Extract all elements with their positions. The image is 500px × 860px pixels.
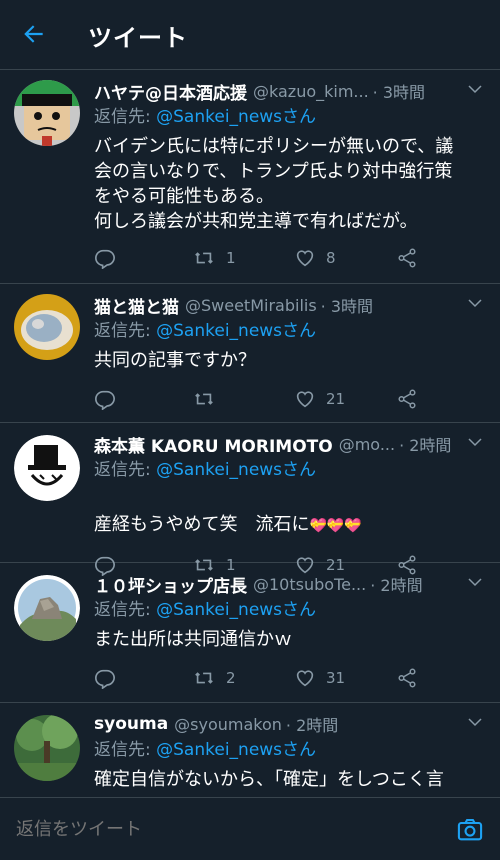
reply-prefix: 返信先:	[94, 107, 151, 127]
action-bar: 21	[94, 379, 484, 419]
reply-context: 返信先: @Sankei_newsさん	[94, 318, 484, 344]
avatar[interactable]	[14, 715, 80, 781]
share-icon	[396, 667, 418, 689]
heart-icon	[294, 667, 316, 689]
heart-icon	[294, 388, 316, 410]
share-button[interactable]	[396, 388, 418, 410]
like-count: 8	[326, 249, 336, 267]
display-name[interactable]: syouma	[94, 714, 168, 734]
share-button[interactable]	[396, 247, 418, 269]
retweet-button[interactable]: 1	[192, 247, 236, 269]
chevron-down-icon[interactable]	[466, 573, 484, 591]
share-icon	[396, 247, 418, 269]
retweet-button[interactable]	[192, 388, 226, 410]
like-button[interactable]: 8	[294, 247, 336, 269]
display-name[interactable]: 森本薫 KAORU MORIMOTO	[94, 432, 333, 457]
mention-link[interactable]: @Sankei_newsさん	[156, 321, 316, 341]
reply-prefix: 返信先:	[94, 600, 151, 620]
action-bar: 1 8	[94, 238, 484, 278]
heart-icon	[294, 247, 316, 269]
tweet-item[interactable]: ハヤテ@日本酒応援 @kazuo_kim... · 3時間 返信先: @Sank…	[0, 70, 500, 284]
avatar[interactable]	[14, 80, 80, 146]
share-button[interactable]	[396, 667, 418, 689]
tweet-text: また出所は共同通信かｗ	[94, 629, 292, 650]
user-handle[interactable]: @10tsuboTe...	[253, 575, 366, 594]
reply-context: 返信先: @Sankei_newsさん	[94, 737, 484, 763]
avatar[interactable]	[14, 435, 80, 501]
tweet-text-container: 産経もうやめて笑 流石に💝💝💝	[94, 487, 484, 539]
reply-input[interactable]	[14, 818, 414, 841]
chevron-down-icon[interactable]	[466, 713, 484, 731]
reply-context: 返信先: @Sankei_newsさん	[94, 457, 484, 483]
mention-link[interactable]: @Sankei_newsさん	[156, 107, 316, 127]
avatar[interactable]	[14, 575, 80, 641]
tweet-item[interactable]: １０坪ショップ店長 @10tsuboTe... · 2時間 返信先: @Sank…	[0, 563, 500, 703]
back-button[interactable]	[18, 20, 50, 52]
user-handle[interactable]: @mo...	[339, 435, 395, 454]
share-icon	[396, 388, 418, 410]
tweet-text: バイデン氏には特にポリシーが無いので、議 会の言いなりで、トランプ氏より対中強行…	[94, 136, 454, 232]
retweet-count: 1	[226, 249, 236, 267]
reply-context: 返信先: @Sankei_newsさん	[94, 104, 484, 130]
reply-button[interactable]	[94, 247, 116, 269]
tweet-meta: syouma @syoumakon · 2時間	[94, 711, 484, 737]
like-button[interactable]: 21	[294, 388, 345, 410]
reply-prefix: 返信先:	[94, 460, 151, 480]
reply-prefix: 返信先:	[94, 740, 151, 760]
tweet-item[interactable]: syouma @syoumakon · 2時間 返信先: @Sankei_new…	[0, 703, 500, 800]
tweet-text: 確定自信がないから、「確定」をしつこく言	[94, 769, 444, 790]
tweet-item[interactable]: 猫と猫と猫 @SweetMirabilis · 3時間 返信先: @Sankei…	[0, 284, 500, 423]
chevron-down-icon[interactable]	[466, 433, 484, 451]
reply-icon	[94, 388, 116, 410]
timestamp[interactable]: · 2時間	[399, 432, 451, 456]
emoji-hearts: 💝💝💝	[309, 518, 362, 534]
reply-button[interactable]	[94, 388, 116, 410]
tweet-text: 共同の記事ですか？	[94, 350, 256, 371]
retweet-button[interactable]: 2	[192, 667, 236, 689]
user-handle[interactable]: @kazuo_kim...	[253, 82, 369, 101]
timestamp[interactable]: · 3時間	[321, 293, 373, 317]
action-bar: 2 31	[94, 658, 484, 698]
reply-icon	[94, 247, 116, 269]
reply-prefix: 返信先:	[94, 321, 151, 341]
mention-link[interactable]: @Sankei_newsさん	[156, 740, 316, 760]
like-count: 21	[326, 390, 346, 408]
reply-button[interactable]	[94, 667, 116, 689]
camera-icon[interactable]	[456, 816, 484, 844]
tweet-text: 産経もうやめて笑 流石に	[94, 514, 310, 535]
avatar[interactable]	[14, 294, 80, 360]
timestamp[interactable]: · 2時間	[370, 572, 422, 596]
top-bar: ツイート	[0, 0, 500, 70]
reply-compose-bar	[0, 797, 500, 860]
timestamp[interactable]: · 3時間	[373, 79, 425, 103]
tweet-meta: 森本薫 KAORU MORIMOTO @mo... · 2時間	[94, 431, 484, 457]
chevron-down-icon[interactable]	[466, 294, 484, 312]
mention-link[interactable]: @Sankei_newsさん	[156, 460, 316, 480]
user-handle[interactable]: @syoumakon	[174, 715, 282, 734]
display-name[interactable]: ハヤテ@日本酒応援	[94, 79, 247, 104]
like-count: 31	[326, 669, 346, 687]
tweet-meta: １０坪ショップ店長 @10tsuboTe... · 2時間	[94, 571, 484, 597]
tweet-meta: 猫と猫と猫 @SweetMirabilis · 3時間	[94, 292, 484, 318]
arrow-left-icon	[21, 21, 47, 51]
retweet-count: 2	[226, 669, 236, 687]
like-button[interactable]: 31	[294, 667, 345, 689]
user-handle[interactable]: @SweetMirabilis	[185, 296, 317, 315]
retweet-icon	[192, 388, 216, 410]
display-name[interactable]: 猫と猫と猫	[94, 293, 179, 318]
tweet-item[interactable]: 森本薫 KAORU MORIMOTO @mo... · 2時間 返信先: @Sa…	[0, 423, 500, 576]
page-title: ツイート	[88, 24, 188, 52]
reply-icon	[94, 667, 116, 689]
tweet-meta: ハヤテ@日本酒応援 @kazuo_kim... · 3時間	[94, 78, 484, 104]
retweet-icon	[192, 247, 216, 269]
chevron-down-icon[interactable]	[466, 80, 484, 98]
timestamp[interactable]: · 2時間	[286, 712, 338, 736]
retweet-icon	[192, 667, 216, 689]
reply-context: 返信先: @Sankei_newsさん	[94, 597, 484, 623]
display-name[interactable]: １０坪ショップ店長	[94, 572, 247, 597]
mention-link[interactable]: @Sankei_newsさん	[156, 600, 316, 620]
